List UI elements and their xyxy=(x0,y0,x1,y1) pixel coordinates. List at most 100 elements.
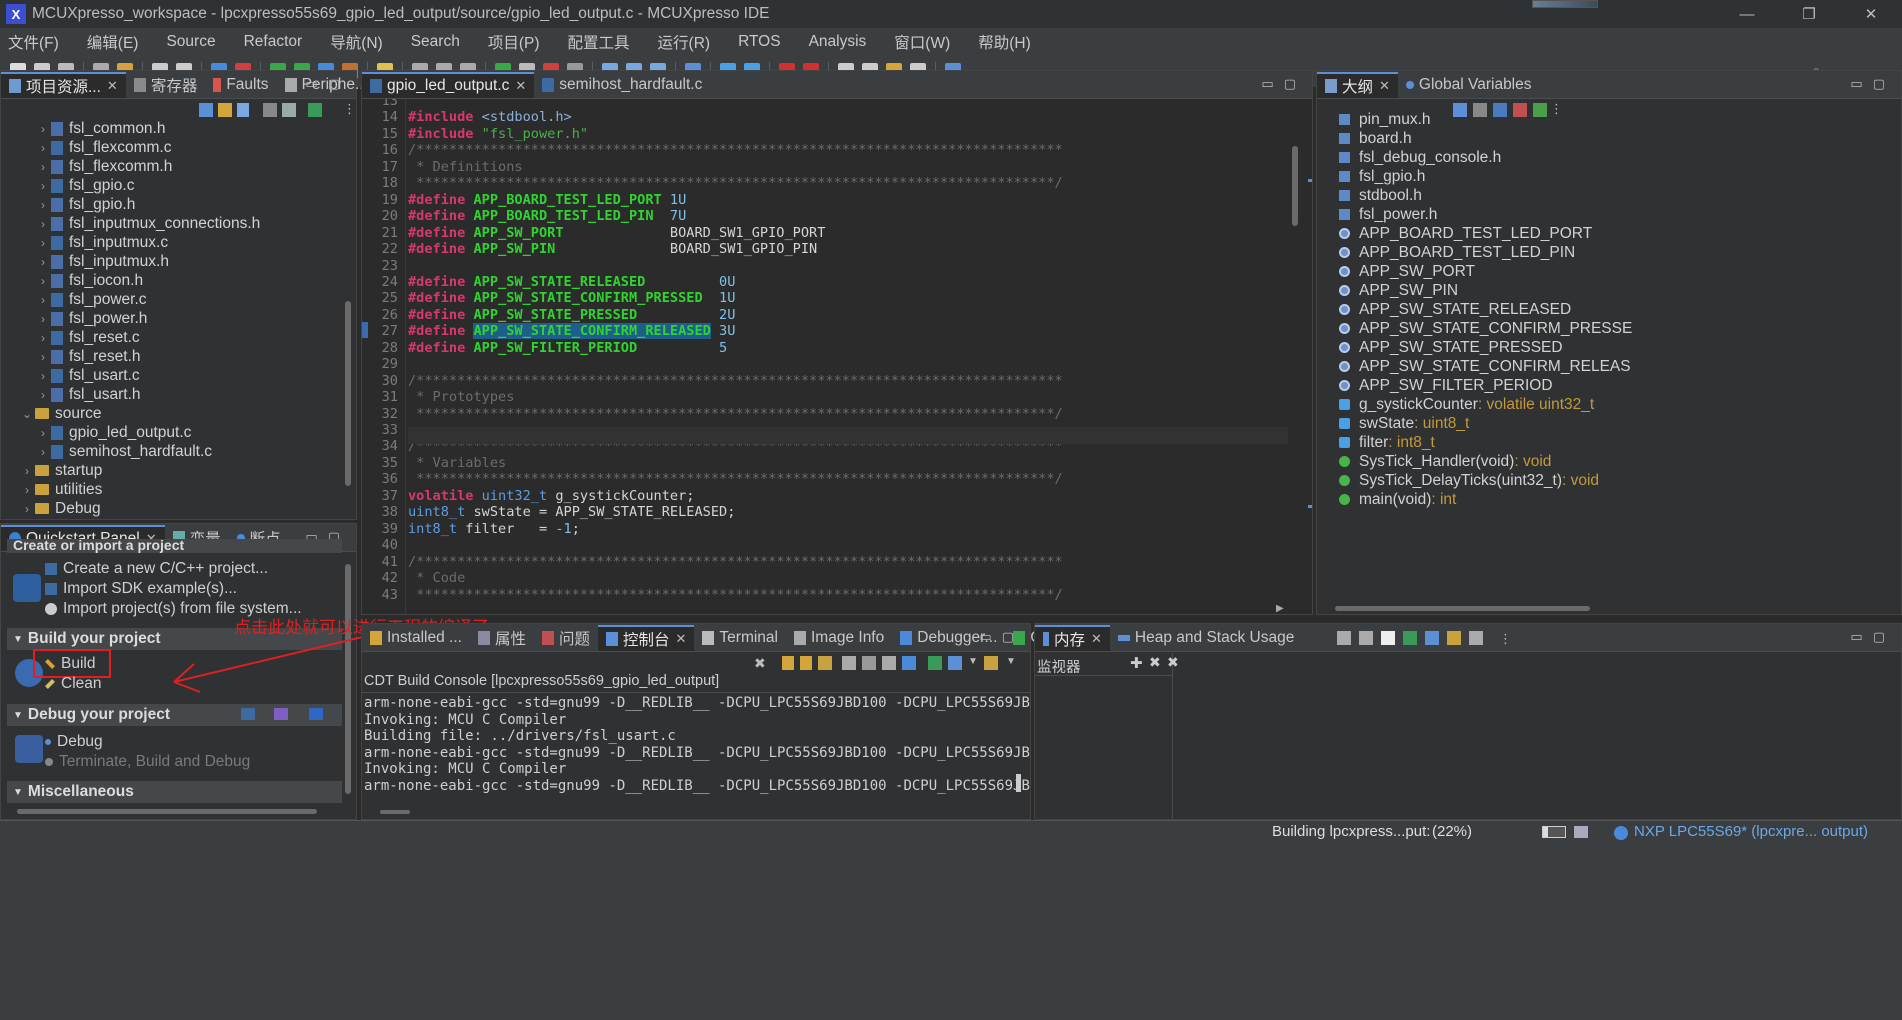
show-console-icon[interactable] xyxy=(902,656,916,670)
chevron-right-icon[interactable]: › xyxy=(35,198,51,212)
hide-nonpublic-icon[interactable] xyxy=(1533,103,1547,117)
menu-item[interactable]: Refactor xyxy=(244,33,303,51)
tab-global-variables[interactable]: Global Variables xyxy=(1398,72,1540,98)
outline-item[interactable]: stdbool.h xyxy=(1339,186,1422,205)
explorer-scrollbar[interactable] xyxy=(345,301,351,486)
outline-item[interactable]: board.h xyxy=(1339,129,1412,148)
console-select-icon[interactable] xyxy=(984,656,998,670)
outline-item[interactable]: APP_SW_FILTER_PERIOD xyxy=(1339,376,1553,395)
word-wrap-icon[interactable] xyxy=(882,656,896,670)
toggle-split-icon[interactable] xyxy=(1359,631,1373,645)
save-log-icon[interactable] xyxy=(862,656,876,670)
outline-item[interactable]: APP_SW_PIN xyxy=(1339,281,1458,300)
tree-item[interactable]: › fsl_reset.h xyxy=(35,347,141,366)
tab-console-4[interactable]: Terminal xyxy=(694,625,786,651)
more-options-icon[interactable]: ⋮ xyxy=(343,101,356,117)
chevron-right-icon[interactable]: › xyxy=(19,502,35,516)
copy-icon[interactable] xyxy=(1381,631,1395,645)
clean-button[interactable]: Clean xyxy=(45,675,102,693)
find-icon[interactable] xyxy=(1447,631,1461,645)
outline-item[interactable]: swState : uint8_t xyxy=(1339,414,1469,433)
console-hscrollbar[interactable] xyxy=(380,810,410,814)
hide-fields-icon[interactable] xyxy=(1493,103,1507,117)
close-window-button[interactable]: ✕ xyxy=(1840,0,1902,28)
menu-item[interactable]: 配置工具 xyxy=(568,31,630,53)
chevron-right-icon[interactable]: › xyxy=(35,122,51,136)
target-link[interactable]: NXP LPC55S69* (lpcxpre... output) xyxy=(1634,823,1868,840)
outline-item[interactable]: APP_SW_STATE_CONFIRM_RELEAS xyxy=(1339,357,1631,376)
chevron-right-icon[interactable]: › xyxy=(35,236,51,250)
sort-icon[interactable] xyxy=(1473,103,1487,117)
new-console-icon[interactable] xyxy=(948,656,962,670)
view-min-max-icons[interactable]: ▭▢ xyxy=(979,629,1024,645)
outline-item[interactable]: main(void) : int xyxy=(1339,490,1456,509)
tab-console-2[interactable]: 问题 xyxy=(534,625,598,651)
tree-item[interactable]: › gpio_led_output.c xyxy=(35,423,191,442)
outline-item[interactable]: g_systickCounter : volatile uint32_t xyxy=(1339,395,1594,414)
debug-button[interactable]: Debug xyxy=(45,733,103,751)
display-selected-icon[interactable] xyxy=(818,656,832,670)
chevron-right-icon[interactable]: › xyxy=(35,255,51,269)
view-min-max-icons[interactable]: ▭▢ xyxy=(1850,76,1895,92)
outline-item[interactable]: APP_BOARD_TEST_LED_PIN xyxy=(1339,243,1575,262)
console-vscrollbar[interactable] xyxy=(1016,774,1021,792)
outline-item[interactable]: APP_SW_STATE_CONFIRM_PRESSE xyxy=(1339,319,1632,338)
link-editor-icon[interactable] xyxy=(218,103,232,117)
tab-registers[interactable]: 寄存器 xyxy=(126,72,206,98)
tree-item[interactable]: › fsl_flexcomm.h xyxy=(35,157,172,176)
chevron-right-icon[interactable]: › xyxy=(35,179,51,193)
misc-section-header[interactable]: ▼ Miscellaneous xyxy=(7,781,342,803)
outline-item[interactable]: APP_BOARD_TEST_LED_PORT xyxy=(1339,224,1592,243)
hide-static-icon[interactable] xyxy=(1513,103,1527,117)
maximize-button[interactable]: ❐ xyxy=(1778,0,1840,28)
pin-console-icon[interactable] xyxy=(800,656,812,670)
close-project-icon[interactable] xyxy=(308,103,322,117)
menu-item[interactable]: Search xyxy=(411,33,460,51)
tree-item[interactable]: › fsl_flexcomm.c xyxy=(35,138,172,157)
layout-icon[interactable] xyxy=(1469,631,1483,645)
view-min-max-icons[interactable]: ▭▢ xyxy=(1261,76,1306,92)
chevron-right-icon[interactable]: › xyxy=(35,331,51,345)
filter-icon[interactable] xyxy=(237,103,249,117)
chevron-right-icon[interactable]: › xyxy=(35,388,51,402)
editor-vscrollbar[interactable] xyxy=(1292,146,1298,226)
tab-gpio-led-output[interactable]: gpio_led_output.c ✕ xyxy=(362,72,535,98)
tab-faults[interactable]: Faults xyxy=(205,72,276,98)
tab-console-5[interactable]: Image Info xyxy=(786,625,892,651)
chevron-right-icon[interactable]: › xyxy=(35,293,51,307)
tree-item[interactable]: › fsl_iocon.h xyxy=(35,271,143,290)
tree-item[interactable]: › fsl_power.c xyxy=(35,290,147,309)
menu-item[interactable]: Analysis xyxy=(809,33,867,51)
outline-item[interactable]: fsl_power.h xyxy=(1339,205,1437,224)
tab-memory[interactable]: 内存 ✕ xyxy=(1035,625,1110,651)
tree-item[interactable]: › fsl_reset.c xyxy=(35,328,140,347)
code-text-area[interactable]: 13 14 15 16 17 18 19 20 21 22 23 24 25 26 27 28 29 30 31 32… xyxy=(362,99,1312,614)
chevron-right-icon[interactable]: › xyxy=(35,350,51,364)
copy-icon[interactable] xyxy=(842,656,856,670)
remove-all-monitors-icon[interactable]: ✖ xyxy=(1167,654,1179,671)
sync-icon[interactable] xyxy=(282,103,296,117)
tree-item[interactable]: › fsl_usart.h xyxy=(35,385,141,404)
tree-item[interactable]: › utilities xyxy=(19,480,102,499)
menu-item[interactable]: RTOS xyxy=(738,33,781,51)
outline-item[interactable]: SysTick_Handler(void) : void xyxy=(1339,452,1551,471)
memory-monitor-icon[interactable] xyxy=(1403,631,1417,645)
outline-item[interactable]: pin_mux.h xyxy=(1339,110,1431,129)
outline-hscrollbar[interactable] xyxy=(1335,606,1590,611)
chevron-right-icon[interactable]: › xyxy=(19,483,35,497)
chevron-right-icon[interactable]: › xyxy=(35,217,51,231)
tree-item[interactable]: › semihost_hardfault.c xyxy=(35,442,212,461)
view-min-max-icons[interactable]: ▭▢ xyxy=(1850,629,1895,645)
chevron-right-icon[interactable]: › xyxy=(35,274,51,288)
close-icon[interactable]: ✕ xyxy=(676,631,687,647)
debug-probe-icon[interactable] xyxy=(1614,826,1628,840)
tree-item[interactable]: › fsl_inputmux.h xyxy=(35,252,169,271)
more-options-icon[interactable]: ⋮ xyxy=(1499,631,1512,647)
close-icon[interactable]: ✕ xyxy=(107,78,118,94)
tree-item[interactable]: › fsl_gpio.h xyxy=(35,195,135,214)
import-sdk-example-link[interactable]: Import SDK example(s)... xyxy=(45,580,237,598)
chevron-right-icon[interactable]: › xyxy=(35,426,51,440)
tab-semihost-hardfault[interactable]: semihost_hardfault.c xyxy=(534,72,710,98)
outline-item[interactable]: APP_SW_STATE_PRESSED xyxy=(1339,338,1563,357)
chevron-right-icon[interactable]: › xyxy=(35,369,51,383)
